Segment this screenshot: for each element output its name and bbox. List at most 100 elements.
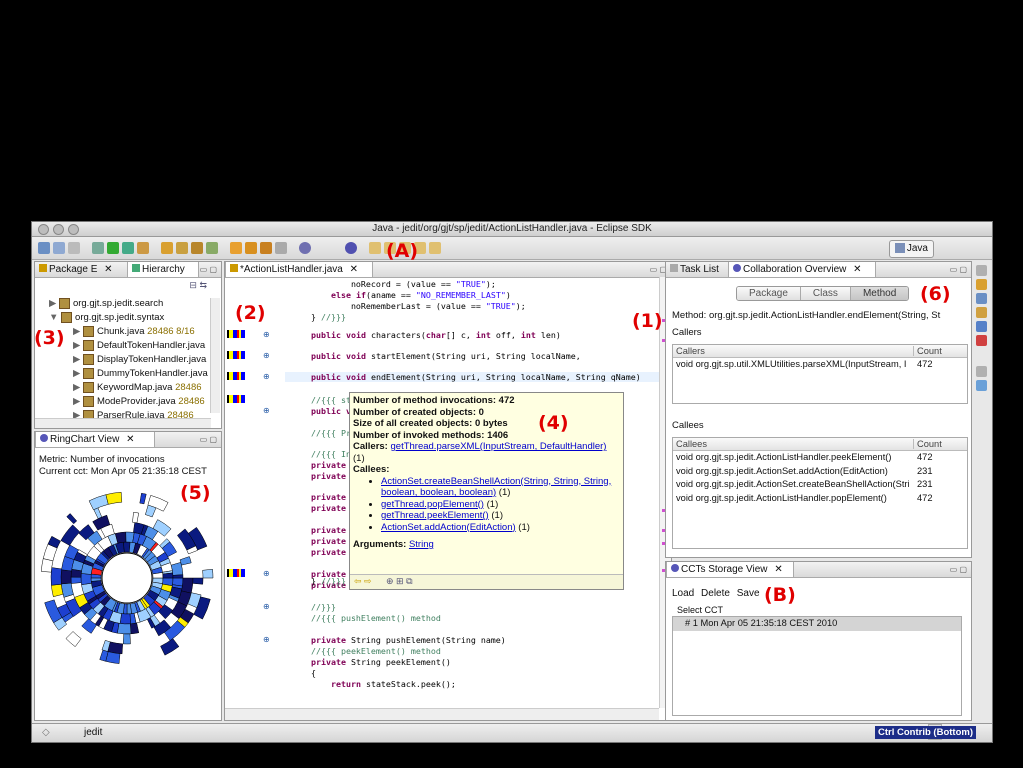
tab-actionlisthandler[interactable]: *ActionListHandler.java ✕ xyxy=(225,262,373,277)
restore-icon[interactable] xyxy=(976,366,987,377)
tree-item[interactable]: ▶ Chunk.java 28486 8/16 xyxy=(73,326,195,337)
pin-icon[interactable] xyxy=(275,242,287,254)
metric-bar-icon[interactable] xyxy=(227,330,245,338)
code-line[interactable]: return stateStack.peek(); xyxy=(291,679,456,689)
forward-icon[interactable] xyxy=(429,242,441,254)
ring-segment[interactable] xyxy=(93,507,103,519)
tree-item[interactable]: ▶ DummyTokenHandler.java xyxy=(73,368,208,379)
folder-icon[interactable] xyxy=(260,242,272,254)
hover-callee-link[interactable]: ActionSet.addAction(EditAction) xyxy=(381,522,516,533)
view-controls[interactable]: ▭ ▢ xyxy=(950,265,967,274)
next-annotation-icon[interactable] xyxy=(369,242,381,254)
ring-segment[interactable] xyxy=(80,573,92,585)
table-row[interactable]: void org.gjt.sp.jedit.ActionSet.createBe… xyxy=(673,478,967,492)
view-controls[interactable]: ▭ ▢ xyxy=(200,435,217,444)
code-line[interactable]: //{{{ pushElement() method xyxy=(291,613,441,623)
task-repo-icon[interactable] xyxy=(245,242,257,254)
hover-caller-link[interactable]: getThread.parseXML(InputStream, DefaultH… xyxy=(391,441,607,452)
ring-segment[interactable] xyxy=(65,631,82,647)
code-line[interactable]: private String pushElement(String name) xyxy=(291,635,506,645)
back-icon[interactable]: ⇦ ⇨ xyxy=(354,576,372,587)
scope-method[interactable]: Method xyxy=(850,287,909,300)
close-window-button[interactable] xyxy=(38,224,49,235)
ring-segment[interactable] xyxy=(123,541,131,553)
search-icon[interactable] xyxy=(206,242,218,254)
tab-ringchart[interactable]: RingChart View ✕ xyxy=(35,432,155,447)
ring-segment[interactable] xyxy=(179,556,192,566)
print-icon[interactable] xyxy=(68,242,80,254)
fold-icon[interactable]: ⊕ xyxy=(263,406,270,415)
close-icon[interactable]: ✕ xyxy=(104,264,112,275)
ctrl-contrib-badge[interactable]: Ctrl Contrib (Bottom) xyxy=(875,726,976,739)
ring-segment[interactable] xyxy=(119,613,131,625)
table-row[interactable]: void org.gjt.sp.jedit.ActionListHandler.… xyxy=(673,492,967,506)
tab-task-list[interactable]: Task List xyxy=(666,262,732,277)
open-task-icon[interactable] xyxy=(230,242,242,254)
ring-segment[interactable] xyxy=(60,524,81,546)
save-icon[interactable] xyxy=(53,242,65,254)
zoom-window-button[interactable] xyxy=(68,224,79,235)
javadoc-icon[interactable] xyxy=(976,307,987,318)
editor-hscrollbar[interactable] xyxy=(225,708,659,720)
tab-ccts-storage[interactable]: CCTs Storage View ✕ xyxy=(666,562,794,577)
load-button[interactable]: Load xyxy=(672,588,694,599)
ring-segment[interactable] xyxy=(181,577,194,594)
code-line[interactable]: noRecord = (value == "TRUE"); xyxy=(291,279,496,289)
tree-item[interactable]: ▶ DisplayTokenHandler.java xyxy=(73,354,206,365)
ring-segment[interactable] xyxy=(116,623,132,635)
ring-icon[interactable] xyxy=(345,242,357,254)
tab-collaboration-overview[interactable]: Collaboration Overview ✕ xyxy=(728,262,876,277)
metric-bar-icon[interactable] xyxy=(227,395,245,403)
hover-callee-link[interactable]: getThread.popElement() xyxy=(381,499,484,510)
hover-argument-link[interactable]: String xyxy=(409,539,434,550)
error-icon[interactable] xyxy=(976,335,987,346)
ring-center[interactable] xyxy=(101,552,153,604)
ring-segment[interactable] xyxy=(202,568,214,579)
view-controls[interactable]: ▭ ▢ xyxy=(950,565,967,574)
ring-segment[interactable] xyxy=(70,576,82,584)
list-item[interactable]: # 1 Mon Apr 05 21:35:18 CEST 2010 xyxy=(673,617,961,631)
ring-segment[interactable] xyxy=(51,584,64,598)
code-line[interactable]: noRememberLast = (value == "TRUE"); xyxy=(291,301,526,311)
close-icon[interactable]: ✕ xyxy=(126,434,134,445)
ring-segment[interactable] xyxy=(50,567,62,586)
ring-segment[interactable] xyxy=(60,569,72,585)
tree-item[interactable]: ▼ org.gjt.sp.jedit.syntax xyxy=(49,312,164,323)
outline-icon[interactable] xyxy=(976,279,987,290)
code-line[interactable]: public void characters(char[] c, int off… xyxy=(291,330,561,340)
close-icon[interactable]: ✕ xyxy=(853,264,861,275)
code-line[interactable]: public void startElement(String uri, Str… xyxy=(291,351,581,361)
metric-bar-icon[interactable] xyxy=(227,372,245,380)
minimize-window-button[interactable] xyxy=(53,224,64,235)
open-type-icon[interactable] xyxy=(191,242,203,254)
code-line[interactable]: //{{{ peekElement() method xyxy=(291,646,441,656)
ring-segment[interactable] xyxy=(88,494,109,511)
open-declaration-icon[interactable]: ⊕ ⊞ ⧉ xyxy=(386,576,413,587)
perspective-switcher[interactable]: Java xyxy=(888,240,934,258)
ring-segment[interactable] xyxy=(139,492,147,505)
tree-icon[interactable] xyxy=(976,380,987,391)
ring-segment[interactable] xyxy=(130,622,140,635)
code-line[interactable]: //}}} xyxy=(291,602,336,612)
tab-package-explorer[interactable]: Package E ✕ xyxy=(35,262,131,277)
debug-icon[interactable] xyxy=(92,242,104,254)
new-icon[interactable] xyxy=(38,242,50,254)
scope-package[interactable]: Package xyxy=(737,287,801,300)
code-line[interactable]: } //}}} xyxy=(291,576,346,586)
globe-icon[interactable] xyxy=(976,293,987,304)
code-line[interactable]: } //}}} xyxy=(291,312,346,322)
code-line[interactable]: private String peekElement() xyxy=(291,657,451,667)
ring-segment[interactable] xyxy=(122,633,131,645)
console-icon[interactable] xyxy=(976,321,987,332)
tree-item[interactable]: ▶ org.gjt.sp.jedit.search xyxy=(49,298,163,309)
hover-callee-link[interactable]: getThread.peekElement() xyxy=(381,510,489,521)
table-row[interactable]: void org.gjt.sp.util.XMLUtilities.parseX… xyxy=(673,358,967,372)
code-line[interactable]: else if(aname == "NO_REMEMBER_LAST") xyxy=(291,290,511,300)
ring-segment[interactable] xyxy=(132,512,139,524)
fold-icon[interactable]: ⊕ xyxy=(263,330,270,339)
ring-chart[interactable] xyxy=(39,480,219,680)
run-icon[interactable] xyxy=(107,242,119,254)
ring-segment[interactable] xyxy=(162,572,174,579)
metric-bar-icon[interactable] xyxy=(227,569,245,577)
fold-icon[interactable]: ⊕ xyxy=(263,602,270,611)
